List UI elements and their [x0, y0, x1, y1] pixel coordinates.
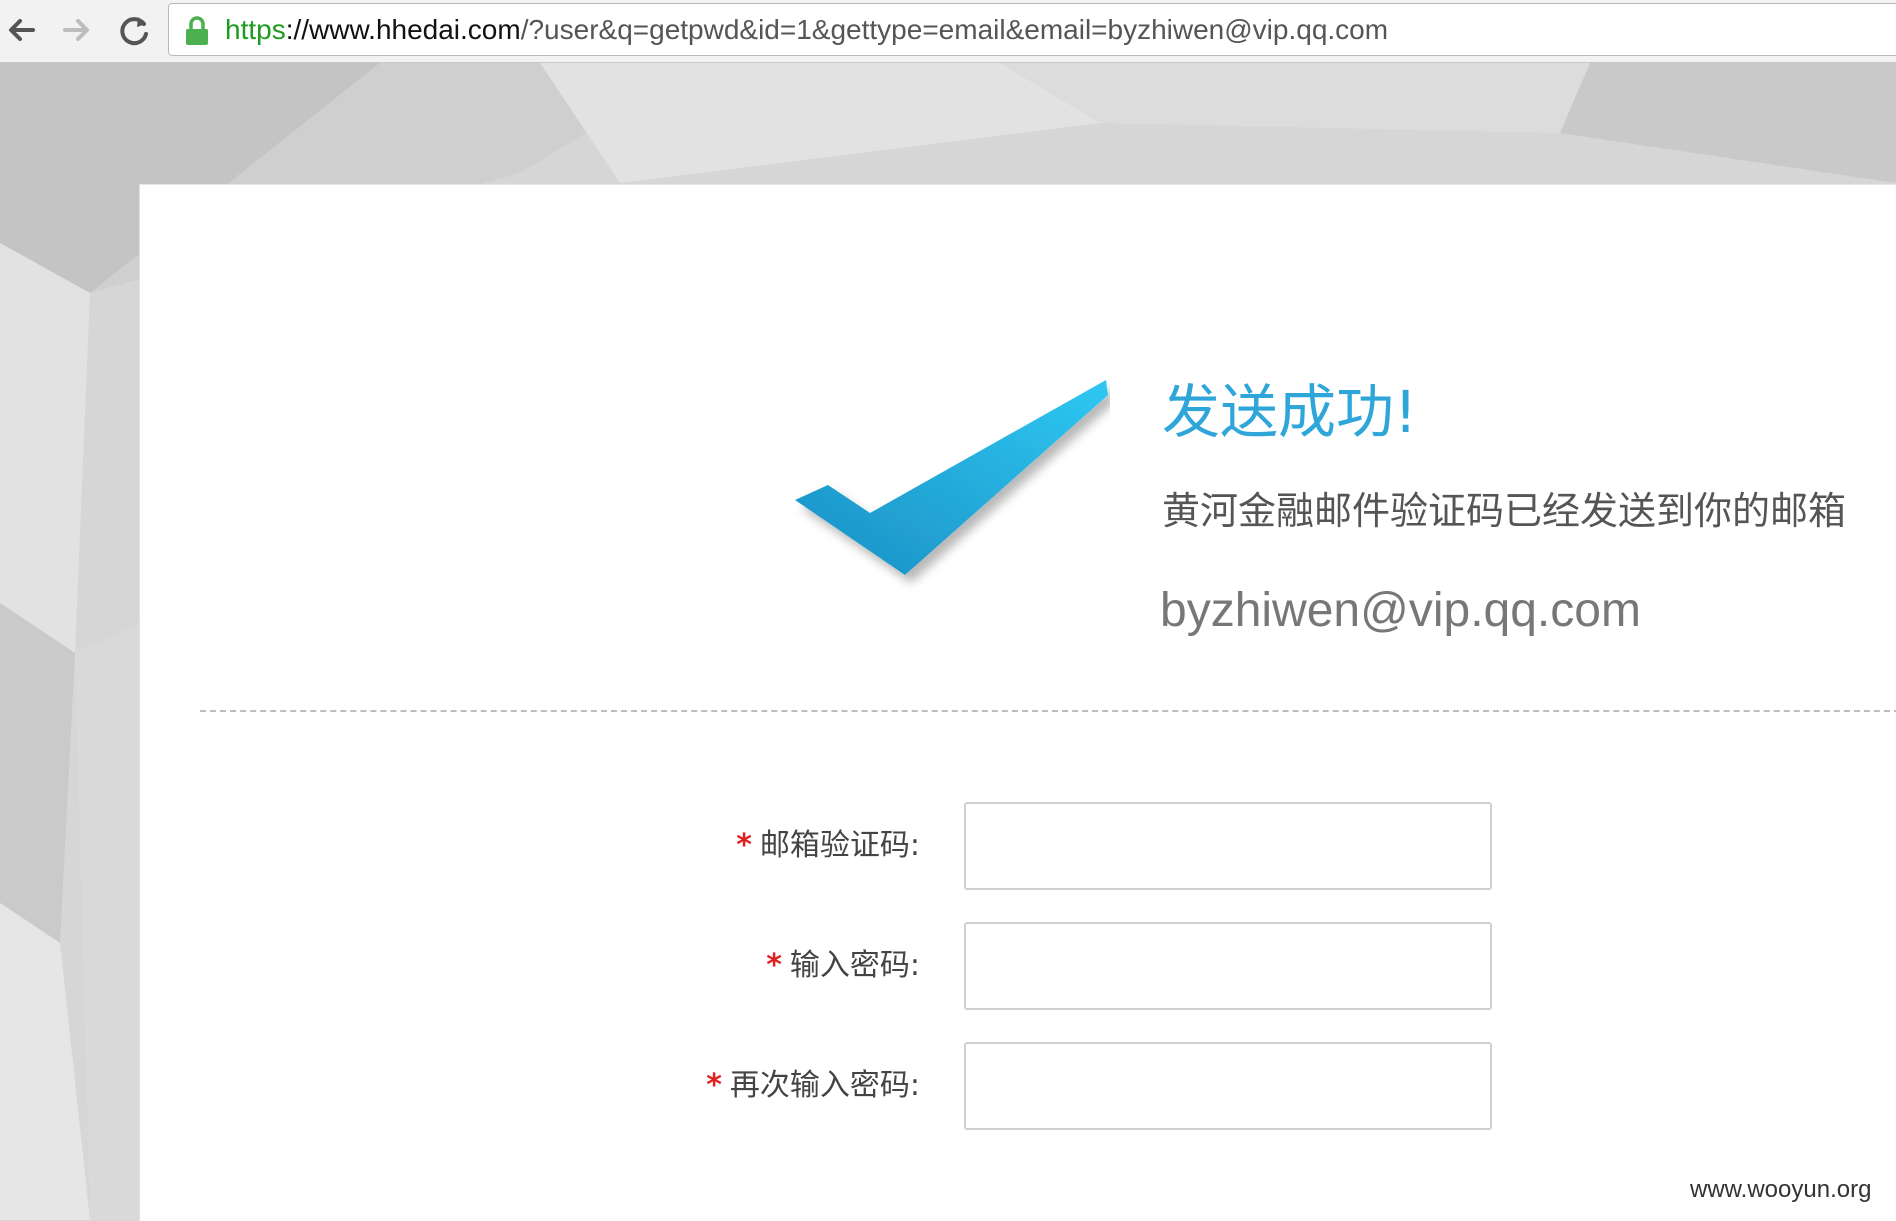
required-marker: *	[706, 1068, 722, 1103]
reload-icon[interactable]	[112, 8, 156, 52]
url-host: ://www.hhedai.com	[285, 14, 521, 45]
dashed-divider	[200, 710, 1896, 712]
browser-toolbar: https://www.hhedai.com/?user&q=getpwd&id…	[0, 0, 1896, 63]
confirm-password-label: * 再次输入密码:	[706, 1064, 920, 1108]
address-bar[interactable]: https://www.hhedai.com/?user&q=getpwd&id…	[168, 3, 1896, 56]
url-path: /?user&q=getpwd&id=1&gettype=email&email…	[520, 14, 1389, 45]
back-arrow-icon[interactable]	[0, 8, 44, 52]
success-title: 发送成功!	[1162, 378, 1418, 446]
url-text[interactable]: https://www.hhedai.com/?user&q=getpwd&id…	[225, 12, 1388, 48]
checkmark-icon	[760, 375, 1110, 615]
sent-email-address: byzhiwen@vip.qq.com	[1160, 584, 1641, 637]
watermark: www.wooyun.org	[1690, 1176, 1872, 1203]
form-row-confirm-password: * 再次输入密码:	[140, 1042, 1896, 1130]
url-scheme: https	[225, 14, 286, 45]
lock-icon	[183, 15, 211, 47]
confirm-password-label-text: 再次输入密码:	[729, 1068, 920, 1103]
forward-arrow-icon[interactable]	[54, 8, 98, 52]
password-input[interactable]	[964, 922, 1492, 1010]
success-message: 黄河金融邮件验证码已经发送到你的邮箱	[1162, 489, 1847, 533]
password-label: * 输入密码:	[766, 944, 920, 988]
confirm-password-input[interactable]	[964, 1042, 1492, 1130]
email-code-label: * 邮箱验证码:	[736, 824, 920, 868]
result-card: 发送成功! 黄河金融邮件验证码已经发送到你的邮箱 byzhiwen@vip.qq…	[139, 184, 1896, 1221]
required-marker: *	[766, 948, 782, 983]
form-row-email-code: * 邮箱验证码:	[140, 802, 1896, 890]
password-label-text: 输入密码:	[789, 948, 920, 983]
required-marker: *	[736, 828, 752, 863]
email-code-label-text: 邮箱验证码:	[759, 828, 920, 863]
form-row-password: * 输入密码:	[140, 922, 1896, 1010]
email-code-input[interactable]	[964, 802, 1492, 890]
